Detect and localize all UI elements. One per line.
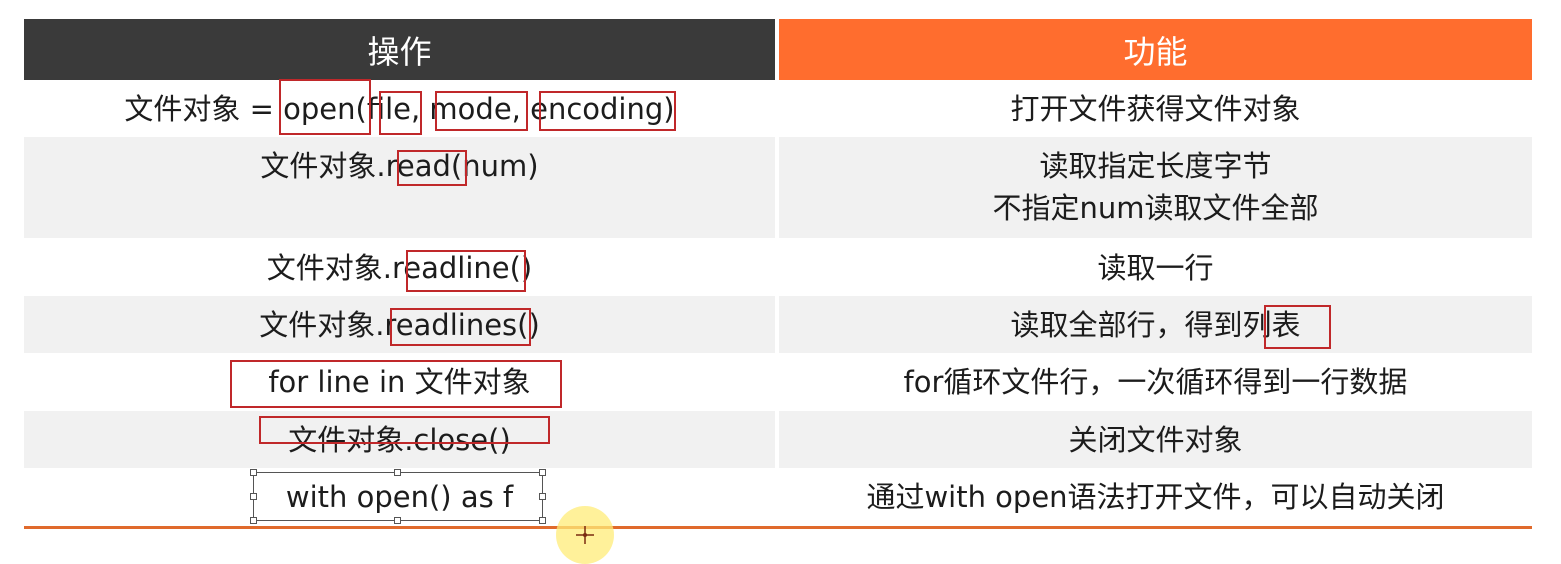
operation-cell: 文件对象 = open(file, mode, encoding)	[124, 92, 675, 126]
operation-cell: 文件对象.readline()	[266, 251, 533, 285]
resize-handle[interactable]	[250, 493, 257, 500]
operation-cell: 文件对象.close()	[288, 423, 511, 457]
bottom-rule	[24, 526, 1532, 529]
function-cell: 关闭文件对象	[779, 419, 1532, 461]
function-line: for循环文件行，一次循环得到一行数据	[903, 365, 1408, 399]
resize-handle[interactable]	[539, 493, 546, 500]
resize-handle[interactable]	[250, 517, 257, 524]
resize-handle[interactable]	[250, 469, 257, 476]
function-line: 读取指定长度字节	[1039, 149, 1272, 183]
header-function: 功能	[779, 19, 1532, 80]
function-line: 关闭文件对象	[1068, 423, 1243, 457]
operation-cell: for line in 文件对象	[268, 365, 531, 399]
function-cell: 通过with open语法打开文件，可以自动关闭	[779, 476, 1532, 518]
resize-handle[interactable]	[394, 517, 401, 524]
resize-handle[interactable]	[394, 469, 401, 476]
move-cursor-icon	[576, 526, 594, 544]
operation-cell: 文件对象.readlines()	[259, 308, 540, 342]
function-cell: 读取全部行，得到列表	[779, 304, 1532, 346]
function-line: 不指定num读取文件全部	[992, 191, 1319, 225]
function-cell: for循环文件行，一次循环得到一行数据	[779, 361, 1532, 403]
function-line: 读取全部行，得到列表	[1010, 308, 1301, 342]
function-line: 打开文件获得文件对象	[1010, 92, 1301, 126]
function-cell: 读取指定长度字节 不指定num读取文件全部	[779, 145, 1532, 229]
operation-cell: 文件对象.read(num)	[260, 149, 539, 183]
header-operation: 操作	[24, 19, 775, 80]
resize-handle[interactable]	[539, 469, 546, 476]
function-cell: 读取一行	[779, 247, 1532, 289]
resize-handle[interactable]	[539, 517, 546, 524]
function-line: 读取一行	[1097, 251, 1214, 285]
function-cell: 打开文件获得文件对象	[779, 88, 1532, 130]
selected-textbox[interactable]	[253, 472, 543, 521]
function-line: 通过with open语法打开文件，可以自动关闭	[866, 480, 1445, 514]
